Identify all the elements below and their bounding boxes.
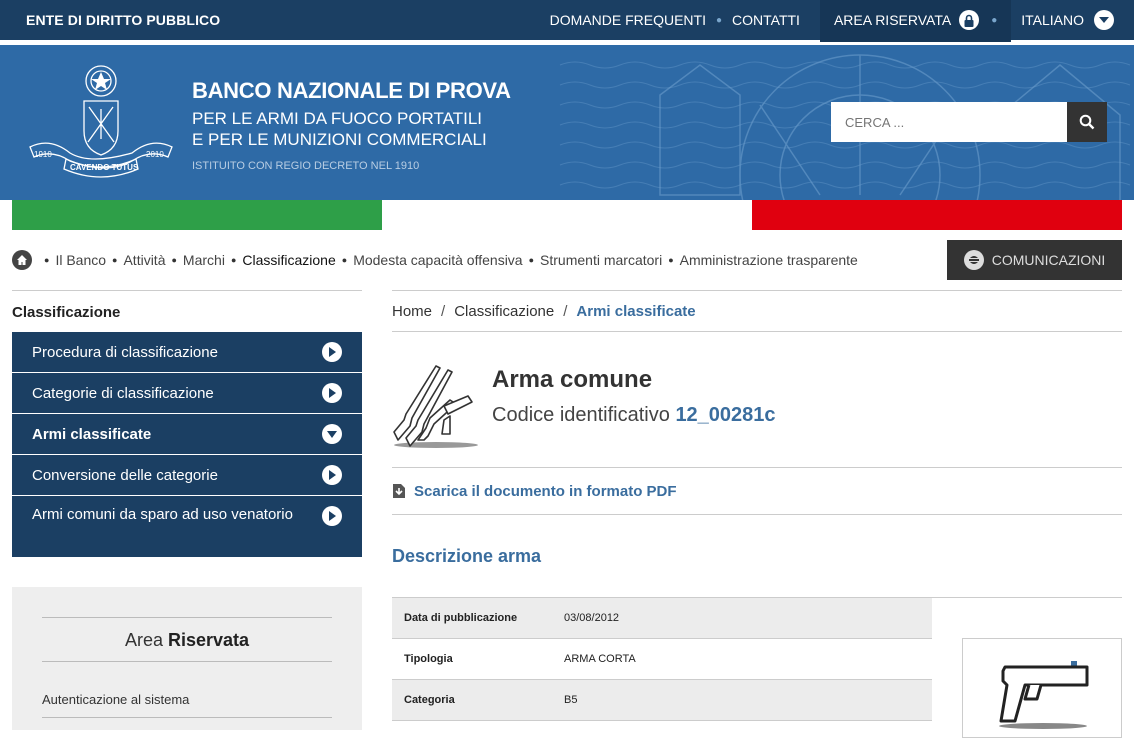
faq-link[interactable]: DOMANDE FREQUENTI: [540, 12, 716, 28]
row-key: Categoria: [392, 679, 552, 721]
site-header: 1910 2010 CAVENDO TUTUS BANCO NAZIONALE …: [0, 45, 1134, 200]
menu-item-attivita[interactable]: Attività: [123, 252, 165, 268]
sidebar-item-conversione[interactable]: Conversione delle categorie: [12, 455, 362, 496]
breadcrumb-current: Armi classificate: [576, 302, 696, 320]
weapons-icon: [393, 365, 478, 448]
sidebar-title: Classificazione: [12, 290, 362, 332]
top-bar: ENTE DI DIRITTO PUBBLICO DOMANDE FREQUEN…: [0, 0, 1134, 42]
pdf-download-row: Scarica il documento in formato PDF: [392, 467, 1122, 515]
lock-icon: [959, 10, 980, 30]
logo[interactable]: 1910 2010 CAVENDO TUTUS: [24, 63, 179, 183]
weapon-header: Arma comune Codice identificativo 12_002…: [392, 360, 776, 455]
sidebar-item-label: Armi classificate: [32, 425, 152, 443]
row-value: 03/08/2012: [552, 597, 932, 639]
search-input[interactable]: [831, 102, 1067, 142]
chevron-down-icon: [322, 424, 342, 444]
sidebar-item-categorie[interactable]: Categorie di classificazione: [12, 373, 362, 414]
site-tagline: ISTITUITO CON REGIO DECRETO NEL 1910: [192, 160, 420, 172]
site-subtitle-1: PER LE ARMI DA FUOCO PORTATILI: [192, 109, 483, 128]
breadcrumb-home[interactable]: Home: [392, 303, 432, 320]
row-key: Tipologia: [392, 638, 552, 680]
sidebar-item-label: Conversione delle categorie: [32, 466, 218, 484]
menu-item-modesta-capacita[interactable]: Modesta capacità offensiva: [353, 252, 522, 268]
weapon-details-table: Data di pubblicazione 03/08/2012 Tipolog…: [392, 597, 932, 721]
chevron-right-icon: [322, 506, 342, 526]
pdf-download-link[interactable]: Scarica il documento in formato PDF: [414, 483, 677, 500]
reserved-area-title: Area Riservata: [42, 617, 332, 662]
login-link[interactable]: Autenticazione al sistema: [42, 662, 332, 718]
reserved-area-label: AREA RISERVATA: [833, 12, 952, 28]
row-value: ARMA CORTA: [552, 638, 932, 680]
weapon-title: Arma comune: [492, 366, 653, 393]
sidebar-item-armi-classificate[interactable]: Armi classificate: [12, 414, 362, 455]
sidebar: Classificazione Procedura di classificaz…: [12, 290, 362, 558]
chevron-right-icon: [322, 465, 342, 485]
breadcrumb-section[interactable]: Classificazione: [454, 303, 554, 320]
table-row: Categoria B5: [392, 679, 932, 721]
sidebar-item-label: Procedura di classificazione: [32, 343, 218, 361]
sidebar-item-procedura[interactable]: Procedura di classificazione: [12, 332, 362, 373]
row-value: B5: [552, 679, 932, 721]
table-row: Data di pubblicazione 03/08/2012: [392, 597, 932, 639]
table-row: Tipologia ARMA CORTA: [392, 638, 932, 680]
logo-emblem: 1910 2010 CAVENDO TUTUS: [29, 65, 173, 178]
megaphone-icon: [963, 250, 984, 270]
logo-motto: CAVENDO TUTUS: [70, 163, 139, 172]
flag-stripe-red: [752, 200, 1122, 230]
weapon-code-line: Codice identificativo 12_00281c: [492, 404, 776, 427]
chevron-down-icon: [1094, 10, 1114, 30]
weapon-code-label: Codice identificativo: [492, 404, 670, 426]
flag-stripe-green: [12, 200, 382, 230]
description-title: Descrizione arma: [392, 546, 542, 566]
communications-label: COMUNICAZIONI: [991, 252, 1106, 268]
row-key: Data di pubblicazione: [392, 597, 552, 639]
top-nav: DOMANDE FREQUENTI ● CONTATTI AREA RISERV…: [540, 0, 1134, 42]
search-icon: [1079, 114, 1095, 130]
flag-stripe-white: [382, 200, 752, 230]
menu-item-strumenti-marcatori[interactable]: Strumenti marcatori: [540, 252, 662, 268]
breadcrumb: Home / Classificazione / Armi classifica…: [392, 290, 1122, 332]
search-box: [831, 102, 1107, 142]
menu-item-amministrazione[interactable]: Amministrazione trasparente: [680, 252, 858, 268]
ente-label: ENTE DI DIRITTO PUBBLICO: [26, 12, 221, 28]
weapon-image[interactable]: [962, 638, 1122, 738]
search-button[interactable]: [1067, 102, 1107, 142]
menu-item-il-banco[interactable]: Il Banco: [55, 252, 106, 268]
menu-item-marchi[interactable]: Marchi: [183, 252, 225, 268]
chevron-right-icon: [322, 383, 342, 403]
home-icon[interactable]: [12, 250, 32, 270]
site-subtitle-2: E PER LE MUNIZIONI COMMERCIALI: [192, 130, 487, 149]
pistol-icon: [999, 661, 1089, 729]
separator-dot: ●: [991, 14, 998, 26]
language-selector[interactable]: ITALIANO: [1011, 10, 1134, 30]
brand-block: BANCO NAZIONALE DI PROVA PER LE ARMI DA …: [192, 78, 511, 172]
contacts-link[interactable]: CONTATTI: [722, 12, 810, 28]
menu-item-classificazione[interactable]: Classificazione: [242, 252, 335, 268]
site-title: BANCO NAZIONALE DI PROVA: [192, 78, 511, 103]
divider: [932, 597, 1122, 598]
sidebar-item-armi-venatorio[interactable]: Armi comuni da sparo ad uso venatorio: [12, 496, 362, 558]
chevron-right-icon: [322, 342, 342, 362]
download-icon: [393, 484, 405, 498]
reserved-area-button[interactable]: AREA RISERVATA ●: [819, 0, 1012, 42]
reserved-area-panel: Area Riservata Autenticazione al sistema: [12, 587, 362, 730]
logo-year-right: 2010: [146, 150, 164, 159]
language-label: ITALIANO: [1021, 12, 1084, 28]
logo-year-left: 1910: [34, 150, 52, 159]
main-menu: ● Il Banco ● Attività ● Marchi ● Classif…: [12, 240, 858, 280]
sidebar-item-label: Categorie di classificazione: [32, 384, 214, 402]
sidebar-item-label: Armi comuni da sparo ad uso venatorio: [32, 506, 293, 523]
weapon-code: 12_00281c: [675, 404, 776, 426]
communications-button[interactable]: COMUNICAZIONI: [947, 240, 1122, 280]
